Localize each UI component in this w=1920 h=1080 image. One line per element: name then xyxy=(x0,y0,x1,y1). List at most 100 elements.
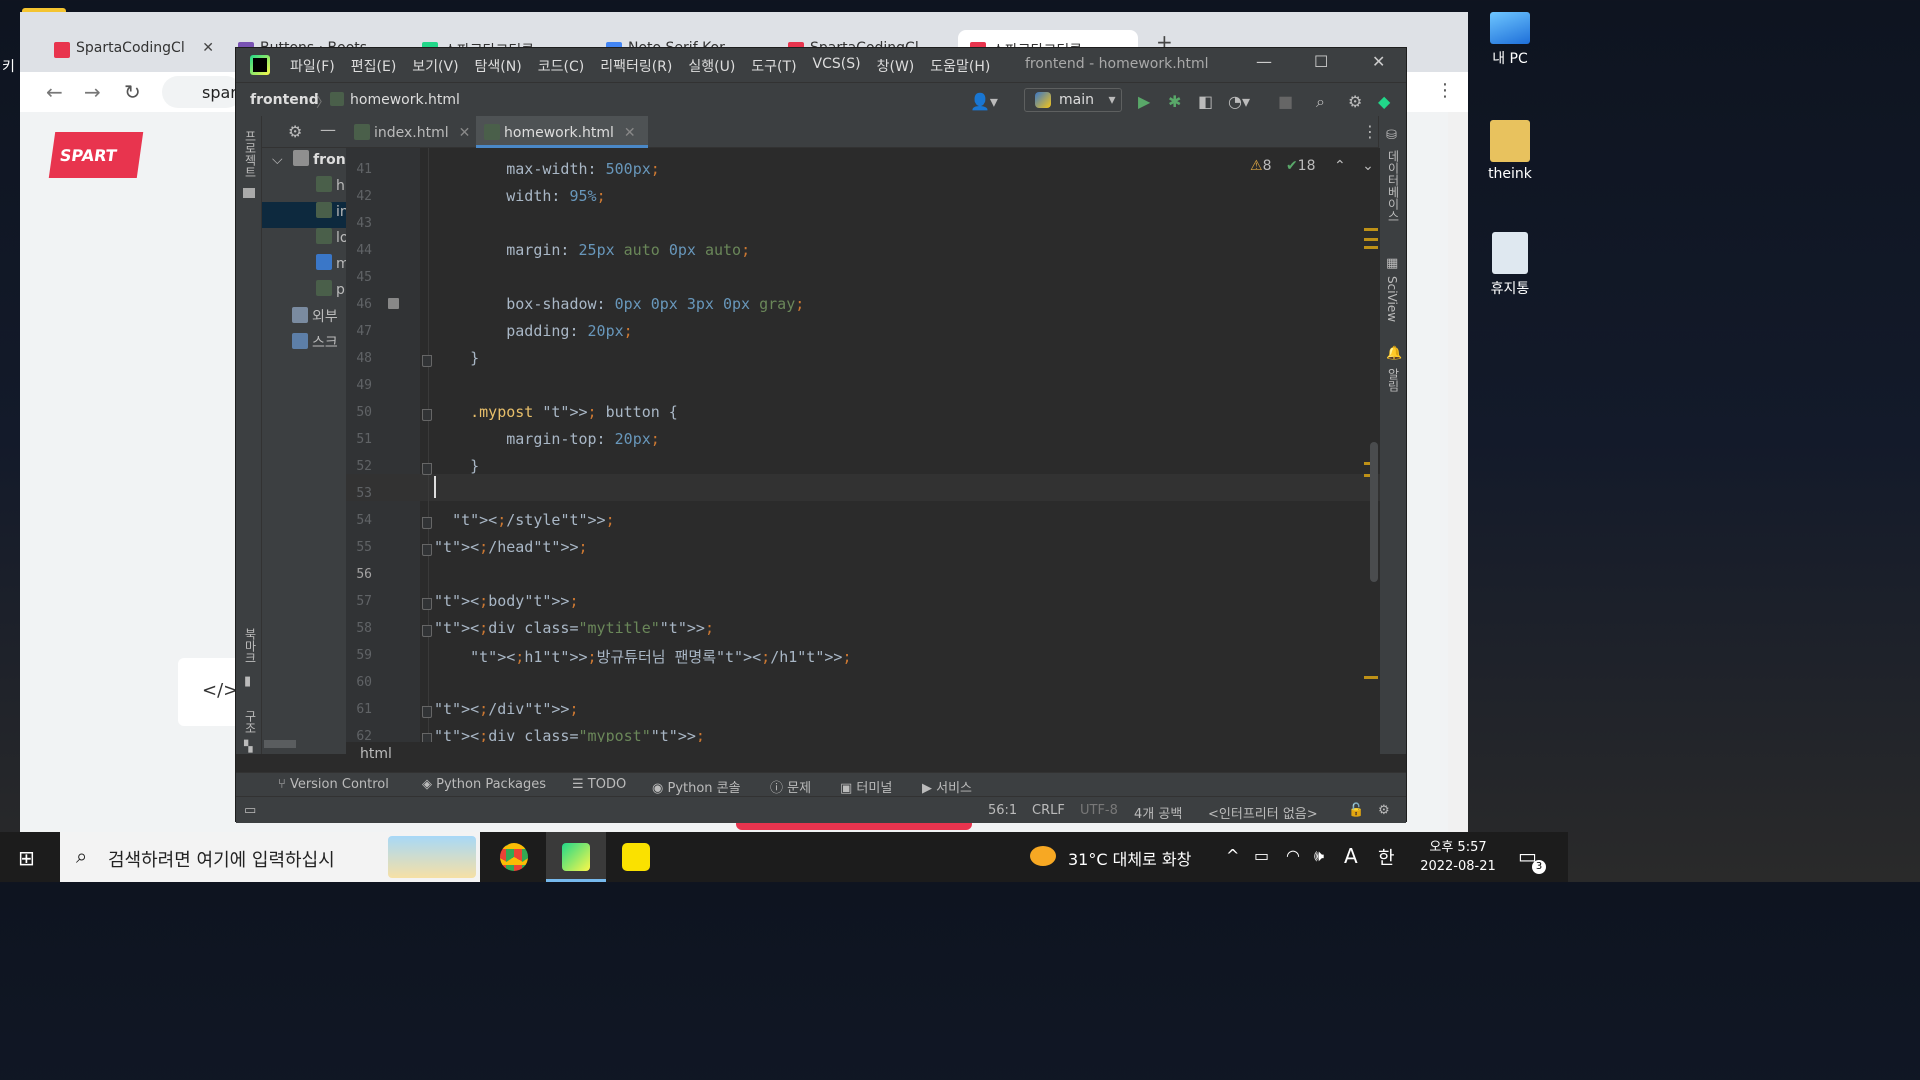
menu-item-help[interactable]: 도움말(H) xyxy=(930,56,990,76)
breadcrumb-file[interactable]: homework.html xyxy=(350,92,460,108)
scrollbar[interactable] xyxy=(1448,112,1468,834)
maximize-icon[interactable]: ☐ xyxy=(1314,52,1328,71)
menu-item-tools[interactable]: 도구(T) xyxy=(751,56,796,76)
tree-file[interactable]: m xyxy=(262,254,346,280)
debug-icon[interactable]: ✱ xyxy=(1168,92,1181,111)
minimize-icon[interactable]: — xyxy=(1256,52,1272,71)
menu-item-view[interactable]: 보기(V) xyxy=(412,56,458,76)
tab-homework-html[interactable]: homework.html ✕ xyxy=(476,116,648,148)
code-line[interactable]: "t"><;h1"t">>;방규튜터님 팬명록"t"><;/h1"t">>; xyxy=(434,646,851,667)
code-line[interactable]: margin-top: 20px; xyxy=(434,430,660,448)
menu-item-code[interactable]: 코드(C) xyxy=(538,56,584,76)
run-icon[interactable]: ▶ xyxy=(1138,92,1150,111)
code-line[interactable]: } xyxy=(434,457,479,475)
vertical-scrollbar[interactable] xyxy=(1370,442,1378,582)
code-line[interactable]: margin: 25px auto 0px auto; xyxy=(434,241,750,259)
tree-scratches[interactable]: 스크 xyxy=(262,332,346,358)
error-stripe-mark[interactable] xyxy=(1364,676,1378,679)
more-icon[interactable]: ⋮ xyxy=(1362,122,1378,141)
jetbrains-toolbox-icon[interactable]: ◆ xyxy=(1378,92,1390,111)
ime-mode[interactable]: A xyxy=(1344,844,1358,868)
battery-icon[interactable]: ▭ xyxy=(1254,846,1269,865)
clock[interactable]: 오후 5:57 2022-08-21 xyxy=(1412,838,1504,876)
tool-python-packages[interactable]: ◈ Python Packages xyxy=(422,777,546,792)
tree-file[interactable]: h xyxy=(262,176,346,202)
fold-marker-icon[interactable] xyxy=(422,409,432,421)
menu-dots-icon[interactable]: ⋮ xyxy=(1436,80,1454,101)
menu-item-run[interactable]: 실행(U) xyxy=(688,56,735,76)
volume-icon[interactable]: 🕪 xyxy=(1314,846,1324,866)
structure-tool-tab[interactable]: 구조 xyxy=(242,710,259,734)
notifications-tool-tab[interactable]: 알림 xyxy=(1385,368,1402,392)
fold-marker-icon[interactable] xyxy=(422,463,432,475)
breadcrumb-project[interactable]: frontend xyxy=(250,92,319,108)
database-tool-tab[interactable]: 데이터베이스 xyxy=(1385,150,1402,222)
desktop-icon-theink[interactable]: theink xyxy=(1470,120,1550,182)
gear-icon[interactable]: ⚙ xyxy=(1348,92,1362,111)
taskbar-pycharm[interactable] xyxy=(546,832,606,882)
wifi-icon[interactable]: ◠ xyxy=(1286,846,1300,865)
fold-marker-icon[interactable] xyxy=(422,625,432,637)
code-line[interactable]: width: 95%; xyxy=(434,187,605,205)
bookmarks-tool-tab[interactable]: 북마크 xyxy=(242,628,259,664)
close-icon[interactable]: ✕ xyxy=(1372,52,1385,71)
inspector-icon[interactable]: ⚙ xyxy=(1378,803,1390,818)
weather-text[interactable]: 31°C 대체로 화창 xyxy=(1068,846,1191,870)
ime-korean[interactable]: 한 xyxy=(1378,844,1395,870)
tool-terminal[interactable]: ▣ 터미널 xyxy=(840,777,892,796)
chevron-up-icon[interactable]: ⌃ xyxy=(1334,158,1346,174)
desktop-icon-recycle-bin[interactable]: 휴지통 xyxy=(1470,232,1550,298)
tool-python-console[interactable]: ◉ Python 콘솔 xyxy=(652,777,741,796)
chevron-up-icon[interactable]: ^ xyxy=(1226,846,1239,865)
tree-file[interactable]: lo xyxy=(262,228,346,254)
tab-index-html[interactable]: index.html ✕ xyxy=(346,116,482,148)
tool-services[interactable]: ▶ 서비스 xyxy=(922,777,972,796)
close-icon[interactable]: ✕ xyxy=(624,125,636,141)
chrome-tab[interactable]: SpartaCodingCl ✕ xyxy=(42,30,222,72)
taskbar-search-box[interactable]: ⌕ 검색하려면 여기에 입력하십시 xyxy=(60,832,480,882)
tool-problems[interactable]: ⓘ 문제 xyxy=(770,777,811,796)
error-stripe-mark[interactable] xyxy=(1364,246,1378,249)
tree-file[interactable]: p xyxy=(262,280,346,306)
code-line[interactable]: } xyxy=(434,349,479,367)
code-line[interactable]: "t"><;/div"t">>; xyxy=(434,700,579,718)
inspection-widget[interactable]: ⚠8 ✔18 ⌃ ⌄ xyxy=(1250,158,1374,174)
fold-marker-icon[interactable] xyxy=(422,544,432,556)
code-line[interactable]: max-width: 500px; xyxy=(434,160,660,178)
gear-icon[interactable]: ⚙ xyxy=(288,122,302,141)
address-bar[interactable]: spar xyxy=(162,76,242,108)
menu-item-refactor[interactable]: 리팩터링(R) xyxy=(600,56,672,76)
indent-setting[interactable]: 4개 공백 xyxy=(1134,803,1182,822)
tool-version-control[interactable]: ⑂ Version Control xyxy=(278,777,389,792)
fold-marker-icon[interactable] xyxy=(422,355,432,367)
tree-external-libraries[interactable]: 외부 xyxy=(262,306,346,332)
toggle-tool-windows-icon[interactable]: ▭ xyxy=(244,803,256,818)
search-icon[interactable]: ⌕ xyxy=(1316,92,1325,112)
tree-file-selected[interactable]: in xyxy=(262,202,346,228)
code-line[interactable]: box-shadow: 0px 0px 3px 0px gray; xyxy=(434,295,804,313)
fold-marker-icon[interactable] xyxy=(422,706,432,718)
code-line[interactable]: "t"><;/style"t">>; xyxy=(434,511,615,529)
menu-item-edit[interactable]: 편집(E) xyxy=(351,56,397,76)
sciview-tool-tab[interactable]: SciView xyxy=(1385,276,1399,322)
project-tool-tab[interactable]: 프로젝트 xyxy=(242,130,259,178)
fold-marker-icon[interactable] xyxy=(422,517,432,529)
caret-position[interactable]: 56:1 xyxy=(988,803,1017,818)
line-separator[interactable]: CRLF xyxy=(1032,803,1065,818)
lock-icon[interactable]: 🔓 xyxy=(1348,803,1364,818)
close-icon[interactable]: ✕ xyxy=(202,40,214,56)
file-encoding[interactable]: UTF-8 xyxy=(1080,803,1118,818)
taskbar-kakaotalk[interactable] xyxy=(606,832,666,882)
back-icon[interactable]: ← xyxy=(46,80,63,104)
code-line[interactable]: padding: 20px; xyxy=(434,322,632,340)
user-icon[interactable]: 👤▾ xyxy=(970,92,998,111)
path-label[interactable]: html xyxy=(360,746,392,762)
desktop-icon-my-pc[interactable]: 내 PC xyxy=(1470,8,1550,68)
run-configuration-select[interactable]: main ▾ xyxy=(1024,88,1122,112)
interpreter-status[interactable]: <인터프리터 없음> xyxy=(1208,803,1318,822)
close-icon[interactable]: ✕ xyxy=(459,125,471,141)
windows-start-icon[interactable]: ⊞ xyxy=(18,846,35,870)
menu-item-file[interactable]: 파일(F) xyxy=(290,56,335,76)
coverage-icon[interactable]: ◧ xyxy=(1198,92,1213,111)
error-stripe-mark[interactable] xyxy=(1364,228,1378,231)
